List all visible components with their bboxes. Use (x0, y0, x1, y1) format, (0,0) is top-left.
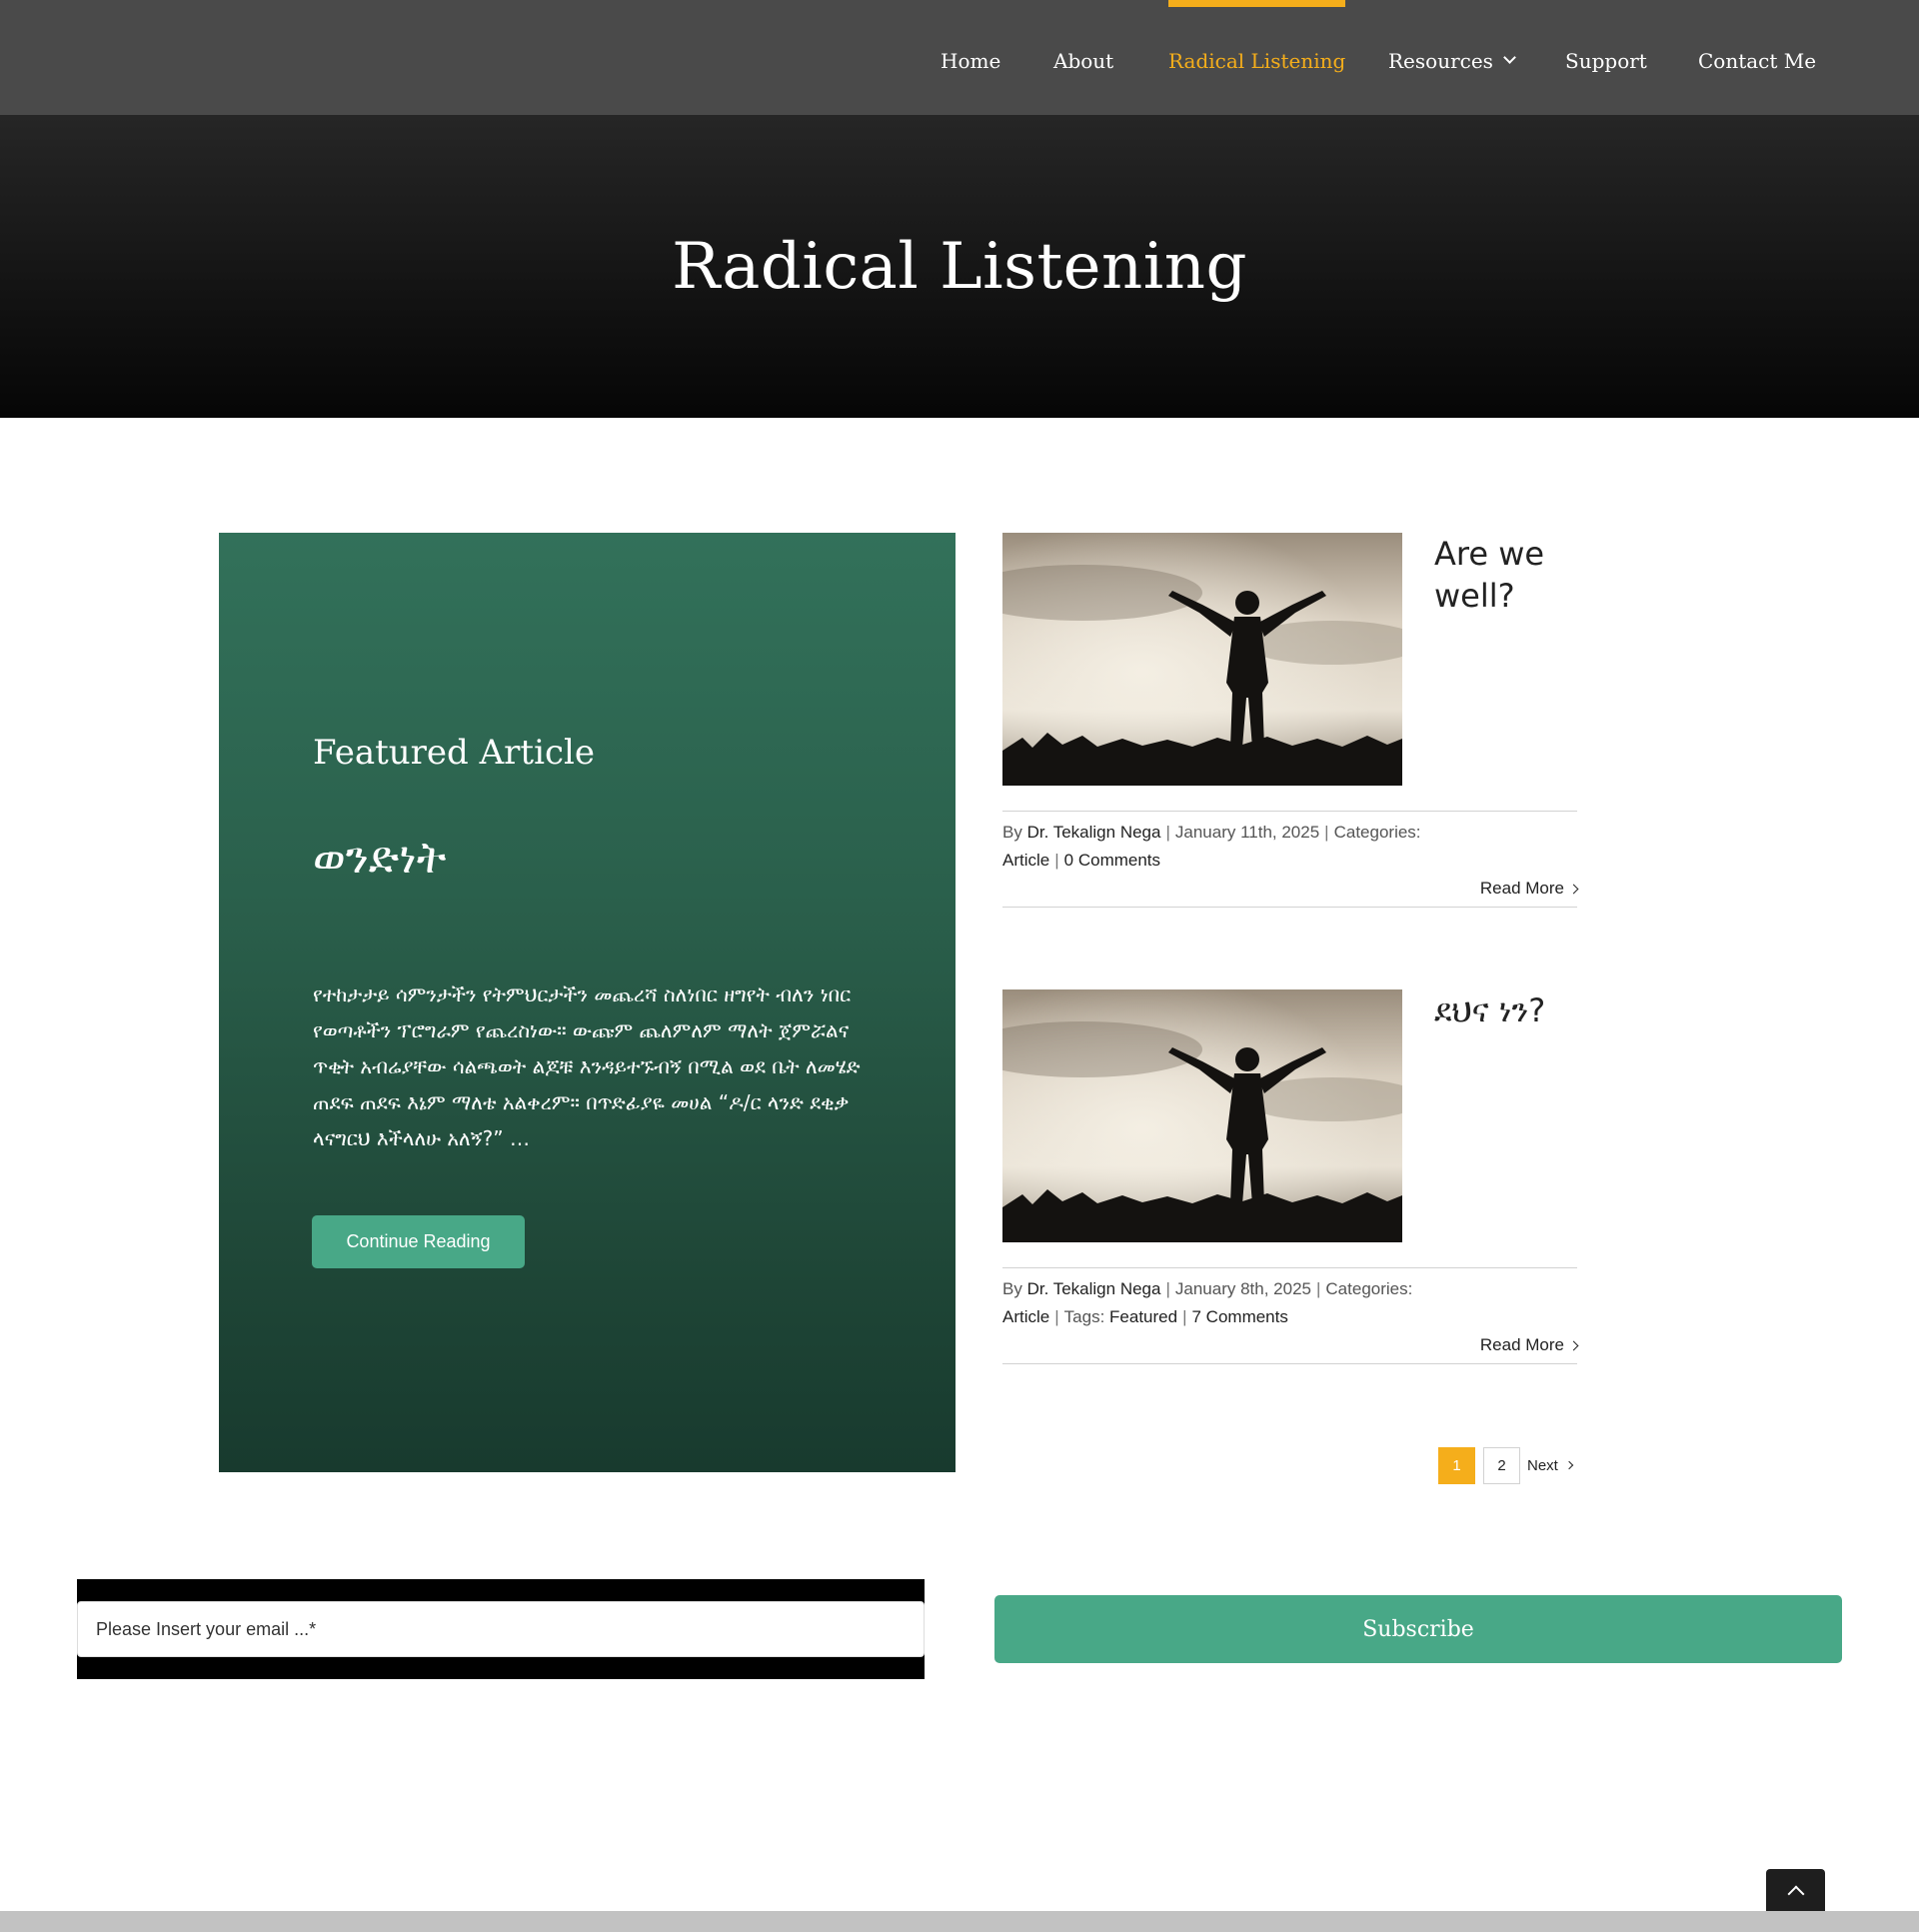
read-more-label: Read More (1479, 1335, 1564, 1354)
categories-label: Categories: (1333, 823, 1421, 842)
category-link[interactable]: Article (1002, 851, 1049, 870)
nav-item-radical-listening[interactable]: Radical Listening (1168, 0, 1346, 115)
read-more-link[interactable]: Read More (1479, 879, 1579, 899)
tag-link[interactable]: Featured (1109, 1307, 1177, 1326)
featured-article-card: Featured Article ወንድነት የተከታታይ ሳምንታችን የትም… (219, 533, 956, 1472)
back-to-top-button[interactable] (1766, 1869, 1825, 1911)
pagination: 1 2 Next (1438, 1447, 1578, 1484)
nav-item-resources-label: Resources (1388, 48, 1493, 73)
featured-excerpt: የተከታታይ ሳምንታችን የትምህርታችን መጨረሻ ስለነበር ዘግየት ብ… (313, 982, 861, 1150)
post-title[interactable]: ደህና ነን? (1434, 989, 1584, 1031)
chevron-up-icon (1787, 1885, 1804, 1902)
email-field[interactable] (77, 1601, 925, 1657)
post-card: ደህና ነን? By Dr. Tekalign Nega | January 8th… (1002, 989, 1579, 1365)
subscribe-form (77, 1579, 925, 1679)
chevron-down-icon (1503, 51, 1516, 64)
chevron-right-icon (1568, 884, 1579, 895)
post-meta: By Dr. Tekalign Nega | January 8th, 2025 | C… (1002, 1267, 1579, 1364)
nav-item-support[interactable]: Support (1565, 0, 1647, 115)
subscribe-button[interactable]: Subscribe (994, 1595, 1842, 1663)
chevron-right-icon (1564, 1460, 1574, 1470)
post-thumbnail[interactable] (1002, 989, 1402, 1242)
author-link[interactable]: Dr. Tekalign Nega (1027, 823, 1161, 842)
comments-link[interactable]: 7 Comments (1192, 1307, 1288, 1326)
featured-kicker: Featured Article (313, 733, 596, 773)
chevron-right-icon (1568, 1340, 1579, 1351)
man-arms-raised-silhouette-icon (1002, 989, 1402, 1242)
next-page-link[interactable]: Next (1527, 1447, 1574, 1484)
nav-item-contact[interactable]: Contact Me (1698, 0, 1816, 115)
post-thumbnail[interactable] (1002, 533, 1402, 786)
footer (0, 1911, 1919, 1932)
post-card: Are we well? By Dr. Tekalign Nega | Januar… (1002, 533, 1579, 909)
page-1-button[interactable]: 1 (1438, 1447, 1475, 1484)
page-title: Radical Listening (672, 229, 1247, 304)
next-label: Next (1527, 1457, 1558, 1474)
post-title[interactable]: Are we well? (1434, 533, 1584, 617)
featured-title[interactable]: ወንድነት (313, 833, 446, 884)
site-header: Home About Radical Listening Resources S… (0, 0, 1919, 115)
page-hero: Radical Listening (0, 115, 1919, 418)
nav-item-about[interactable]: About (1053, 0, 1113, 115)
read-more-link[interactable]: Read More (1479, 1335, 1579, 1355)
post-meta: By Dr. Tekalign Nega | January 11th, 2025 |… (1002, 811, 1579, 908)
categories-label: Categories: (1325, 1279, 1413, 1298)
continue-reading-button[interactable]: Continue Reading (312, 1215, 525, 1268)
meta-by: By (1002, 823, 1022, 842)
page-2-button[interactable]: 2 (1483, 1447, 1520, 1484)
nav-item-home[interactable]: Home (941, 0, 1000, 115)
man-arms-raised-silhouette-icon (1002, 533, 1402, 786)
author-link[interactable]: Dr. Tekalign Nega (1027, 1279, 1161, 1298)
read-more-label: Read More (1479, 879, 1564, 898)
category-link[interactable]: Article (1002, 1307, 1049, 1326)
meta-by: By (1002, 1279, 1022, 1298)
post-date: January 11th, 2025 (1174, 823, 1320, 842)
tags-label: Tags: (1063, 1307, 1105, 1326)
post-date: January 8th, 2025 (1174, 1279, 1311, 1298)
comments-link[interactable]: 0 Comments (1064, 851, 1160, 870)
nav-item-resources[interactable]: Resources (1388, 0, 1516, 115)
